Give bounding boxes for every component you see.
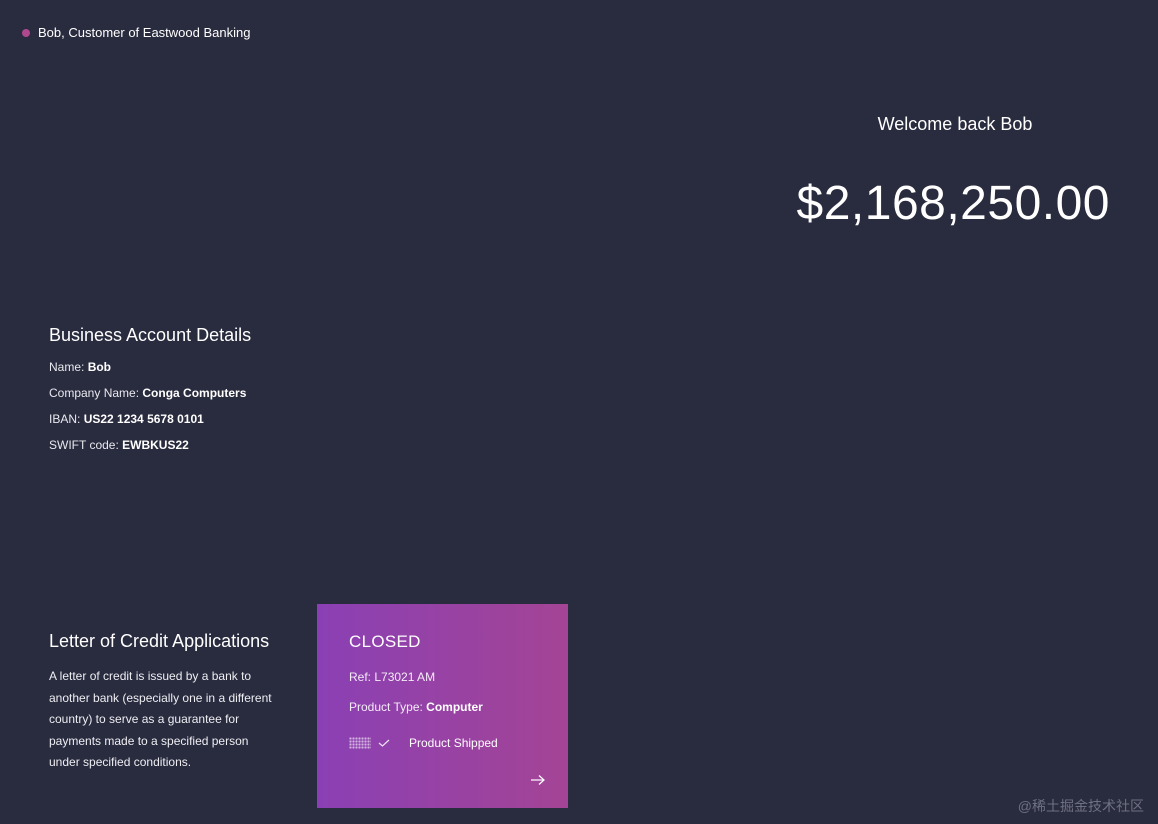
card-status: CLOSED	[349, 632, 421, 651]
detail-row-company: Company Name: Conga Computers	[49, 386, 251, 400]
check-icon	[378, 739, 390, 747]
card-stage-row: Product Shipped	[349, 736, 536, 750]
account-balance: $2,168,250.00	[796, 177, 1110, 230]
arrow-right-icon[interactable]	[530, 774, 546, 786]
detail-row-iban: IBAN: US22 1234 5678 0101	[49, 412, 251, 426]
letter-of-credit-title: Letter of Credit Applications	[49, 631, 270, 651]
page: Bob, Customer of Eastwood Banking Welcom…	[0, 0, 1158, 824]
product-label: Product Type:	[349, 700, 427, 714]
user-label: Bob, Customer of Eastwood Banking	[38, 25, 251, 40]
detail-value: EWBKUS22	[122, 438, 189, 452]
card-product-type: Product Type: Computer	[349, 700, 536, 714]
letter-of-credit-card[interactable]: CLOSED Ref: L73021 AM Product Type: Comp…	[317, 604, 568, 808]
detail-value: Bob	[87, 360, 112, 374]
status-dot-icon	[22, 28, 30, 37]
account-details-title: Business Account Details	[49, 325, 252, 345]
welcome-message: Welcome back Bob	[877, 114, 1033, 134]
detail-label: Name:	[49, 360, 88, 374]
detail-row-swift: SWIFT code: EWBKUS22	[49, 438, 251, 452]
letter-of-credit-section: Letter of Credit Applications A letter o…	[49, 631, 279, 774]
ref-value: L73021 AM	[374, 670, 436, 684]
detail-label: IBAN:	[49, 412, 84, 426]
account-details-section: Business Account Details Name: Bob Compa…	[49, 325, 251, 464]
user-indicator: Bob, Customer of Eastwood Banking	[22, 25, 250, 40]
product-value: Computer	[426, 700, 483, 714]
detail-value: US22 1234 5678 0101	[83, 412, 204, 426]
detail-row-name: Name: Bob	[49, 360, 251, 374]
detail-label: SWIFT code:	[49, 438, 123, 452]
progress-dots-icon	[349, 737, 371, 749]
card-stage-label: Product Shipped	[409, 736, 498, 750]
detail-value: Conga Computers	[142, 386, 247, 400]
detail-label: Company Name:	[49, 386, 143, 400]
card-ref: Ref: L73021 AM	[349, 670, 536, 684]
ref-label: Ref:	[349, 670, 375, 684]
watermark: @稀土掘金技术社区	[1017, 798, 1144, 814]
letter-of-credit-description: A letter of credit is issued by a bank t…	[49, 669, 272, 769]
